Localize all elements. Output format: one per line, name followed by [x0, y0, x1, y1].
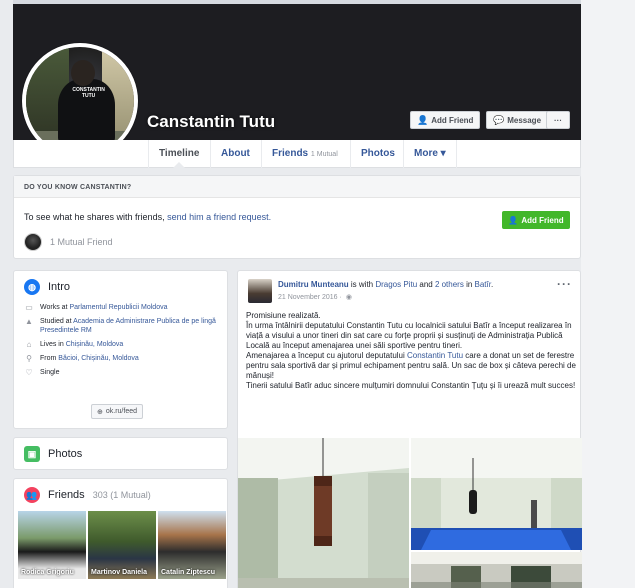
add-friend-button[interactable]: 👤 Add Friend [410, 111, 481, 129]
add-friend-icon: 👤 [417, 114, 429, 125]
friend-tile[interactable]: Martinov Daniela [88, 511, 156, 579]
intro-item-work: ▭ Works at Parlamentul Republicii Moldova [25, 303, 168, 312]
right-margin [581, 0, 635, 588]
more-options-button[interactable]: ··· [546, 111, 570, 129]
friends-icon: 👥 [24, 487, 40, 503]
dyk-text: To see what he shares with friends, send… [24, 212, 272, 222]
friends-title[interactable]: Friends [48, 489, 85, 501]
tab-photos[interactable]: Photos [350, 140, 405, 168]
heart-icon: ♡ [25, 368, 33, 377]
gym-room-photo-2 [411, 438, 582, 550]
post-photo[interactable] [411, 438, 582, 550]
intro-list: ▭ Works at Parlamentul Republicii Moldova… [14, 303, 227, 377]
post-author-avatar[interactable] [248, 279, 272, 303]
tab-timeline[interactable]: Timeline [148, 140, 209, 168]
message-button[interactable]: 💬 Message [486, 111, 549, 129]
friends-mutual-badge: 1 Mutual [310, 151, 338, 158]
globe-icon: ◉ [345, 294, 352, 301]
post-place[interactable]: Batîr [475, 280, 491, 289]
briefcase-icon: ▭ [25, 303, 33, 312]
post-date[interactable]: 21 November 2016 · ◉ [278, 293, 352, 302]
intro-card: ◍ Intro ▭ Works at Parlamentul Republicii… [13, 270, 228, 429]
gym-room-photo-1 [238, 438, 409, 588]
intro-title: Intro [48, 281, 71, 293]
tagged-others[interactable]: 2 others [435, 280, 464, 289]
tagged-person[interactable]: Dragos Pitu [375, 280, 417, 289]
messenger-icon: 💬 [493, 114, 505, 125]
photos-title[interactable]: Photos [48, 448, 82, 460]
globe-icon: ⊕ [97, 408, 103, 416]
friend-tile[interactable]: Rodica Grigoriu [18, 511, 86, 579]
friends-card: 👥 Friends 303 (1 Mutual) Rodica Grigoriu… [13, 478, 228, 588]
home-icon: ⌂ [26, 340, 32, 349]
intro-item-education: ▲ Studied at Academia de Administrare Pub… [25, 317, 216, 334]
post-photo[interactable] [238, 438, 409, 588]
post-body: Promisiune realizată. În urma întâlnirii… [246, 311, 576, 390]
photos-card[interactable]: ▣ Photos [13, 437, 228, 470]
location-pin-icon: ⚲ [26, 354, 32, 363]
dyk-add-friend-button[interactable]: 👤 Add Friend [502, 211, 570, 229]
gym-room-photo-3 [411, 552, 582, 588]
post-author[interactable]: Dumitru Munteanu [278, 280, 349, 289]
intro-item-lives: ⌂ Lives in Chișinău, Moldova [24, 340, 217, 349]
photos-icon: ▣ [24, 446, 40, 462]
profile-name[interactable]: Canstantin Tutu [147, 112, 275, 132]
post-header: Dumitru Munteanu is with Dragos Pitu and… [278, 280, 494, 289]
intro-item-relationship: ♡ Single [25, 368, 60, 377]
mutual-friend-avatar[interactable] [24, 233, 42, 251]
dyk-title: DO YOU KNOW CANSTANTIN? [14, 176, 580, 198]
tab-more[interactable]: More ▾ [403, 140, 457, 168]
add-friend-icon: 👤 [508, 215, 519, 225]
mutual-friends[interactable]: 1 Mutual Friend [24, 233, 113, 251]
intro-item-from: ⚲ From Băcioi, Chișinău, Moldova [24, 354, 217, 363]
friend-tile[interactable]: Catalin Ziptescu [158, 511, 226, 579]
post-card: Dumitru Munteanu is with Dragos Pitu and… [237, 270, 582, 588]
profile-tabs: Timeline About Friends 1 Mutual Photos M… [13, 140, 581, 168]
post-menu-button[interactable]: ··· [557, 277, 572, 291]
website-link[interactable]: ⊕ ok.ru/feed [91, 404, 144, 419]
shirt-text: CONSTANTIN TUTU [72, 86, 105, 99]
send-friend-request-link[interactable]: send him a friend request. [167, 212, 271, 222]
do-you-know-card: DO YOU KNOW CANSTANTIN? To see what he s… [13, 175, 581, 259]
globe-icon: ◍ [24, 279, 40, 295]
friends-count: 303 (1 Mutual) [92, 490, 151, 500]
post-photo[interactable] [411, 552, 582, 588]
tab-about[interactable]: About [210, 140, 260, 168]
tab-friends[interactable]: Friends 1 Mutual [261, 140, 348, 168]
mentioned-profile-link[interactable]: Constantin Tutu [407, 351, 463, 360]
graduation-cap-icon: ▲ [25, 317, 33, 326]
